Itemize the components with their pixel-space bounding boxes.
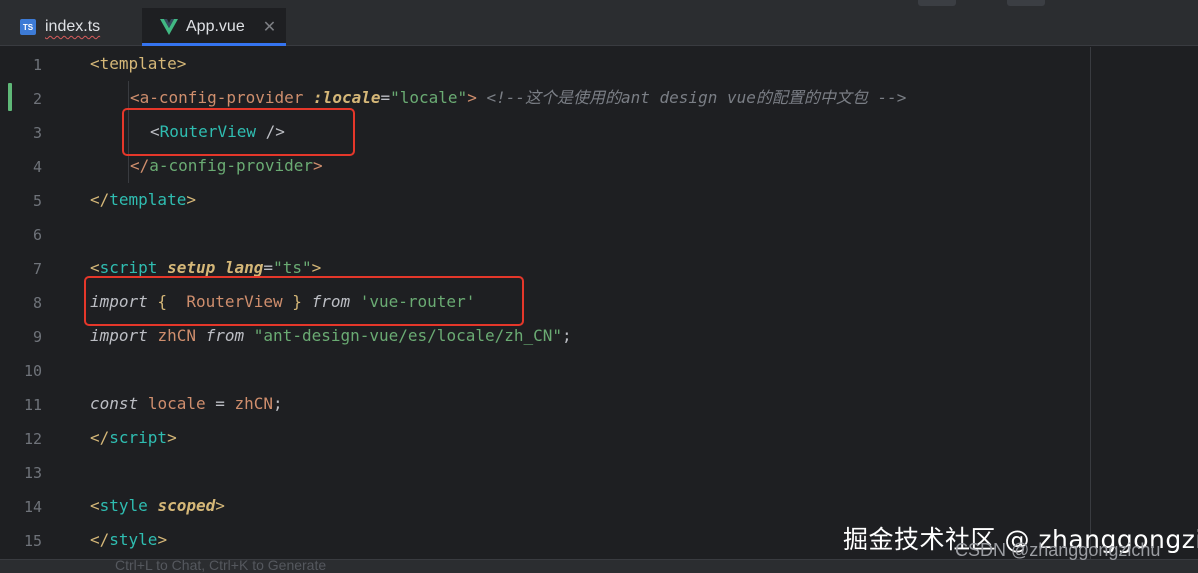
highlight-box-routerview-tag xyxy=(122,108,355,156)
right-margin-guide xyxy=(1090,47,1091,573)
line-number: 8 xyxy=(32,294,42,312)
code-line-14: <style scoped> xyxy=(90,496,225,515)
vue-file-icon xyxy=(160,19,178,35)
code-line-1: <template> xyxy=(90,54,187,73)
tab-app-vue[interactable]: App.vue ✕ xyxy=(142,8,286,46)
line-number: 14 xyxy=(23,498,42,516)
line-number: 12 xyxy=(23,430,42,448)
line-number: 3 xyxy=(32,124,42,142)
title-bar-strip xyxy=(0,0,1198,8)
code-line-11: const locale = zhCN; xyxy=(90,394,283,413)
toolbar-button[interactable] xyxy=(1007,0,1045,6)
line-number: 6 xyxy=(32,226,42,244)
tab-label: App.vue xyxy=(186,18,245,35)
code-line-5: </template> xyxy=(90,190,196,209)
line-number: 9 xyxy=(32,328,42,346)
line-number: 7 xyxy=(32,260,42,278)
line-number: 4 xyxy=(32,158,42,176)
ide-window: TS index.ts App.vue ✕ 1 2 3 4 5 6 7 8 9 … xyxy=(0,0,1198,573)
code-line-15: </style> xyxy=(90,530,168,549)
typescript-file-icon: TS xyxy=(20,19,36,35)
code-editor[interactable]: 1 2 3 4 5 6 7 8 9 10 11 12 13 14 15 16 <… xyxy=(0,47,1198,573)
toolbar-button[interactable] xyxy=(918,0,956,6)
tab-index-ts[interactable]: TS index.ts xyxy=(0,8,142,46)
watermark-csdn: CSDN @zhanggongzichu xyxy=(955,540,1161,560)
highlight-box-routerview-import xyxy=(84,276,524,326)
line-number: 15 xyxy=(23,532,42,550)
line-number: 13 xyxy=(23,464,42,482)
tab-label: index.ts xyxy=(45,18,101,35)
line-number: 10 xyxy=(23,362,42,380)
editor-hint: Ctrl+L to Chat, Ctrl+K to Generate xyxy=(115,557,327,573)
line-number: 1 xyxy=(32,56,42,74)
code-line-12: </script> xyxy=(90,428,177,447)
line-number: 2 xyxy=(32,90,42,108)
line-number: 5 xyxy=(32,192,42,210)
active-tab-indicator xyxy=(142,43,286,46)
editor-tab-bar: TS index.ts App.vue ✕ xyxy=(0,8,1198,46)
line-number: 11 xyxy=(23,396,42,414)
line-number-gutter: 1 2 3 4 5 6 7 8 9 10 11 12 13 14 15 16 xyxy=(0,47,86,573)
close-icon[interactable]: ✕ xyxy=(263,17,276,37)
